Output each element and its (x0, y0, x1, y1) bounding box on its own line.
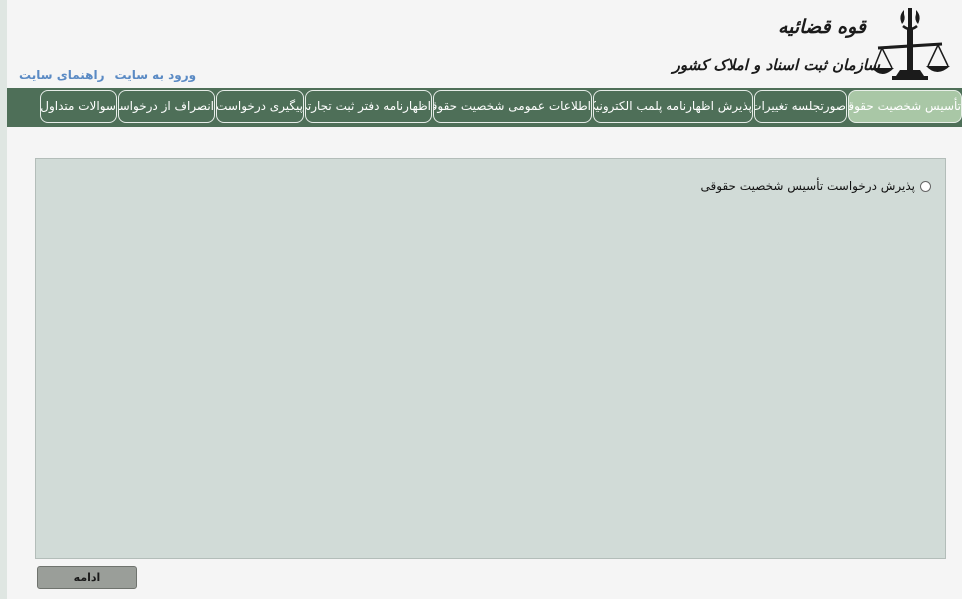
scales-of-justice-emblem-icon (872, 8, 950, 80)
request-option-radio[interactable] (920, 180, 931, 192)
continue-button[interactable]: ادامه (37, 566, 137, 589)
tab-change-minutes[interactable]: صورتجلسه تغییرات (754, 90, 847, 123)
header-links: ورود به سایت راهنمای سایت (19, 68, 196, 82)
header: ورود به سایت راهنمای سایت قوه قضائیه سازم… (7, 0, 962, 88)
request-option-label[interactable]: پذیرش درخواست تأسیس شخصیت حقوقی (701, 179, 915, 193)
left-edge-strip (0, 0, 7, 599)
tab-request-tracking[interactable]: پیگیری درخواست (216, 90, 304, 123)
tab-legal-entity-public-info[interactable]: اطلاعات عمومی شخصیت حقوقی (433, 90, 592, 123)
main-panel: پذیرش درخواست تأسیس شخصیت حقوقی (35, 158, 946, 559)
login-link[interactable]: ورود به سایت (114, 68, 196, 82)
site-guide-link[interactable]: راهنمای سایت (19, 68, 104, 82)
tab-legal-entity-establishment[interactable]: تأسیس شخصیت حقوقی (848, 90, 962, 123)
request-option[interactable]: پذیرش درخواست تأسیس شخصیت حقوقی (701, 179, 931, 193)
judiciary-logo-text: قوه قضائیه (777, 16, 866, 38)
tab-commercial-register-declaration[interactable]: اظهارنامه دفتر ثبت تجارتی (305, 90, 432, 123)
tab-faq[interactable]: سوالات متداول (40, 90, 117, 123)
organization-logo-text: قوه قضائیه سازمان ثبت اسناد و املاک کشور (673, 6, 880, 84)
tab-request-cancellation[interactable]: انصراف از درخواست (118, 90, 215, 123)
registration-org-logo-text: سازمان ثبت اسناد و املاک کشور (672, 56, 880, 74)
main-navigation: تأسیس شخصیت حقوقی صورتجلسه تغییرات پذیرش… (7, 88, 962, 127)
tab-electronic-seal-declaration[interactable]: پذیرش اظهارنامه پلمب الکترونیک (593, 90, 753, 123)
